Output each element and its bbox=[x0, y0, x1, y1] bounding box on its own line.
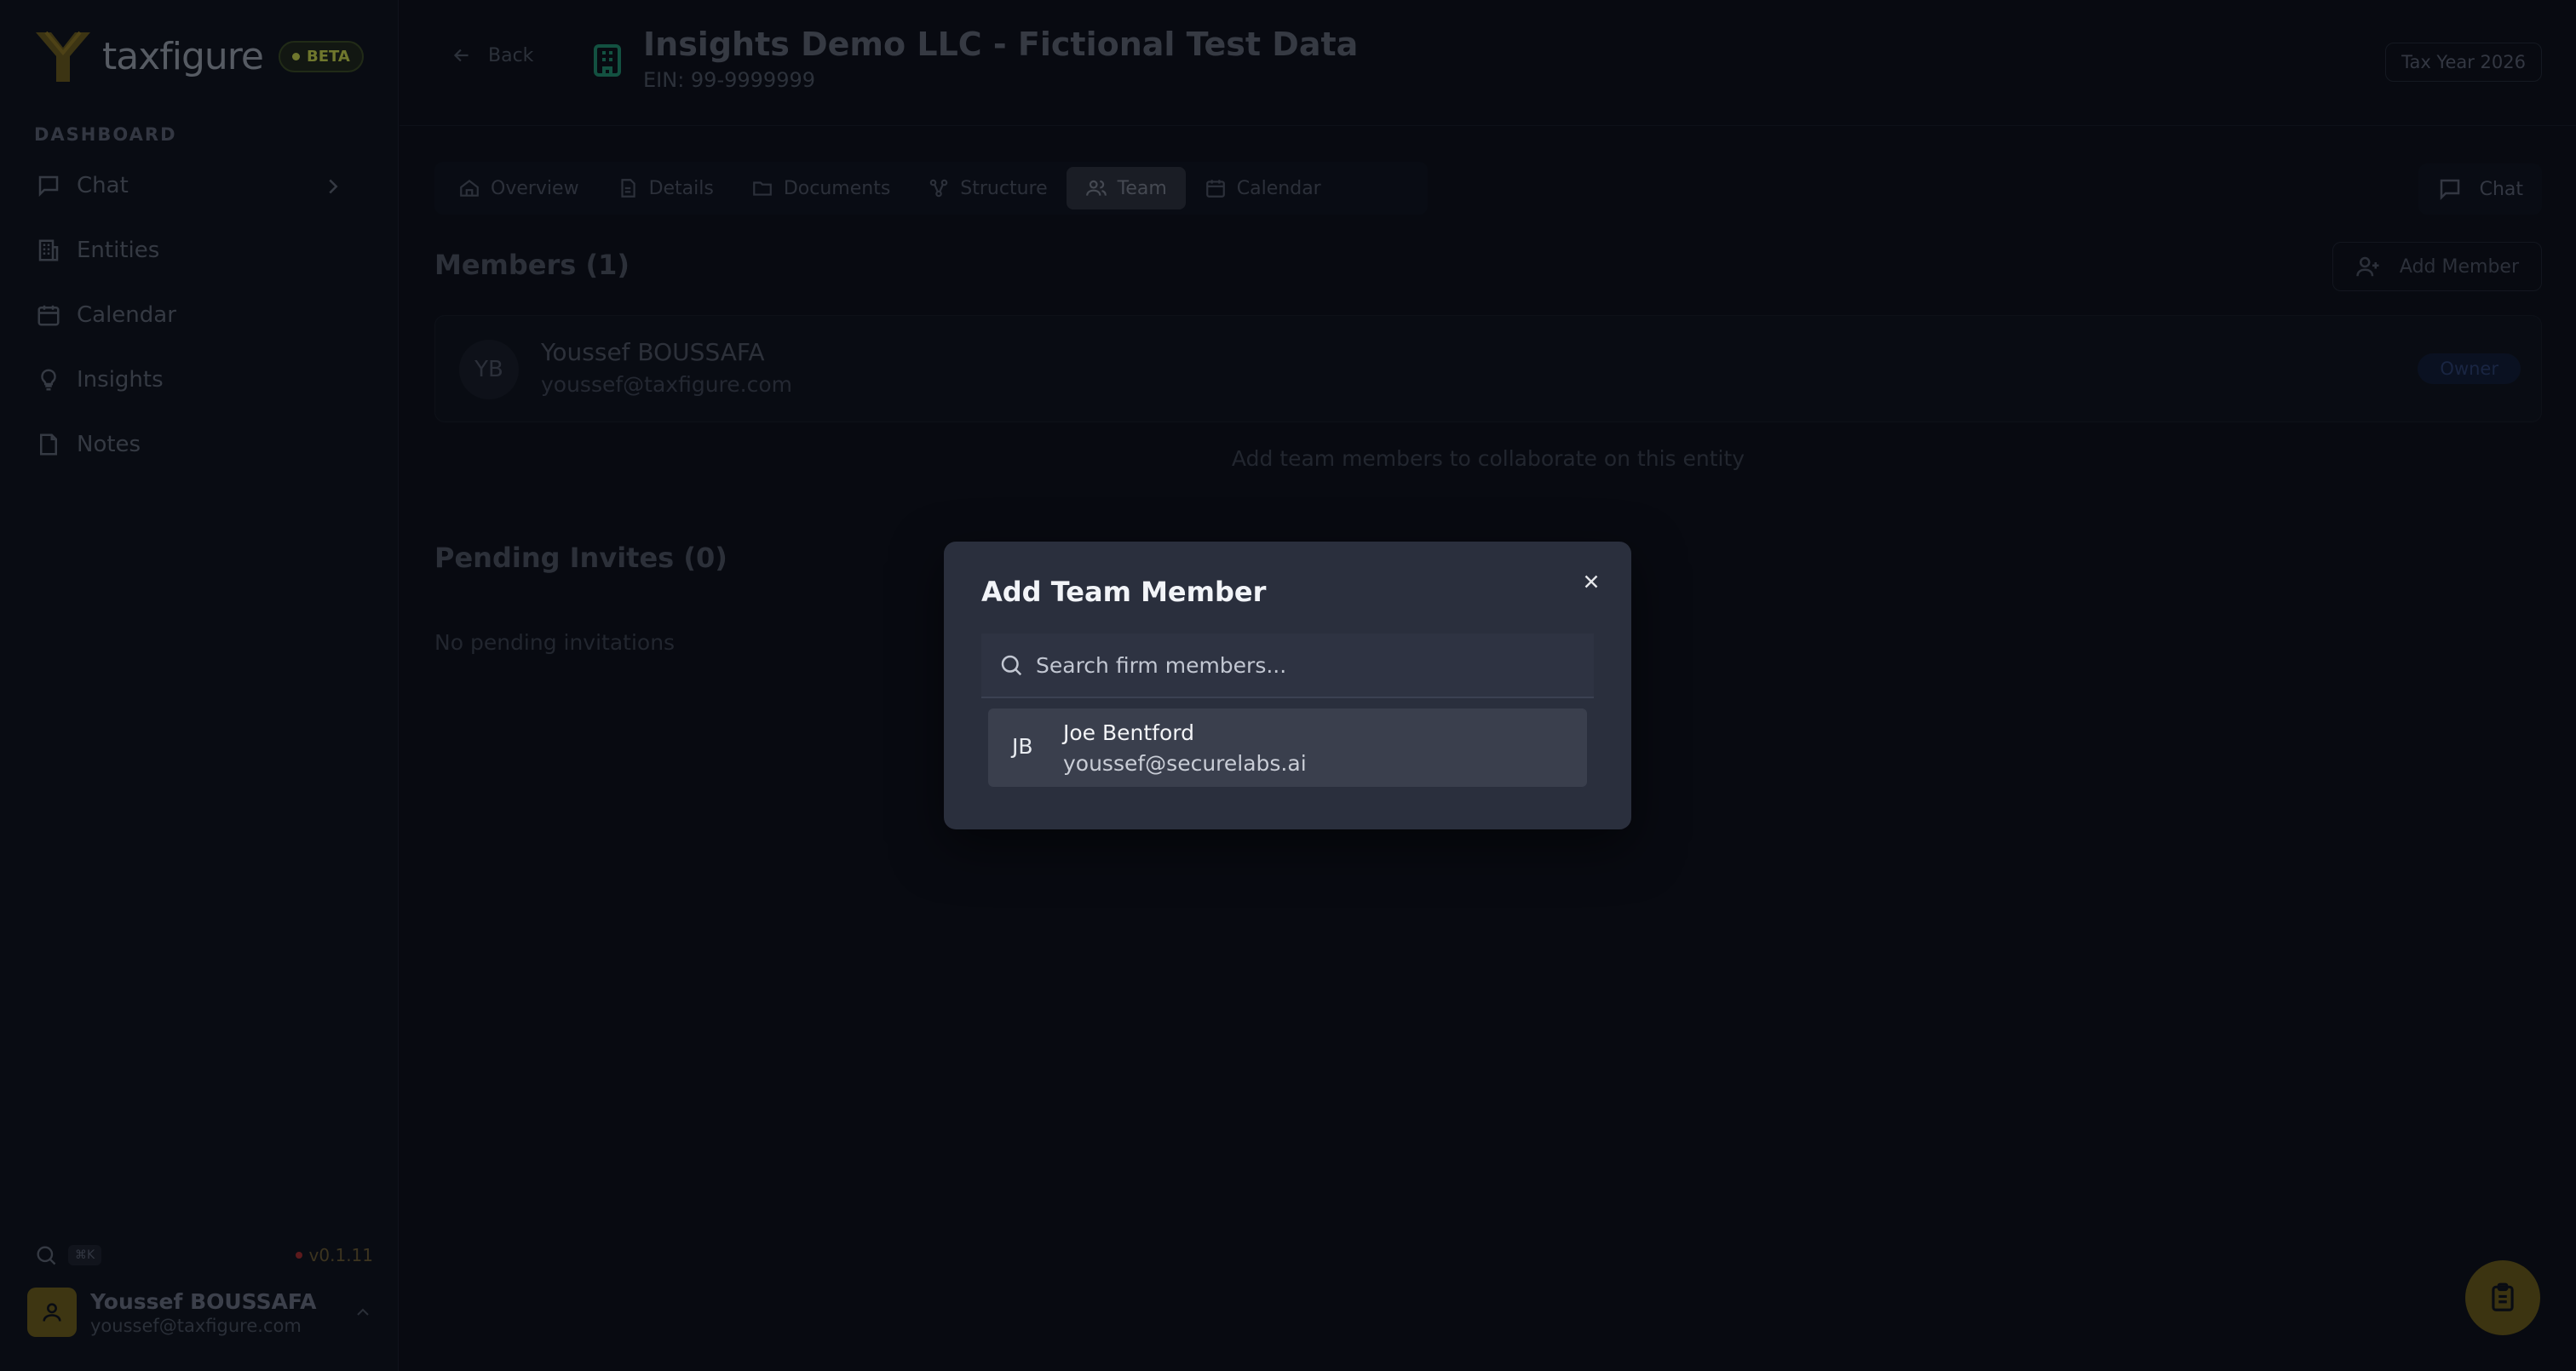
avatar: JB bbox=[1012, 734, 1033, 759]
app-root: taxfigure BETA DASHBOARD Chat Entities C… bbox=[0, 0, 2576, 1371]
search-icon bbox=[1001, 655, 1022, 676]
result-name: Joe Bentford bbox=[1063, 720, 1194, 745]
close-icon bbox=[1584, 575, 1598, 588]
member-search bbox=[981, 634, 1594, 698]
dialog-title: Add Team Member bbox=[981, 576, 1267, 608]
add-team-member-dialog: Add Team Member JB Joe Bentford youssef@… bbox=[944, 542, 1631, 829]
search-input[interactable] bbox=[1036, 652, 1594, 678]
result-email: youssef@securelabs.ai bbox=[1063, 751, 1307, 776]
list-item[interactable]: JB Joe Bentford youssef@securelabs.ai bbox=[988, 708, 1587, 787]
close-button[interactable] bbox=[1577, 567, 1606, 596]
